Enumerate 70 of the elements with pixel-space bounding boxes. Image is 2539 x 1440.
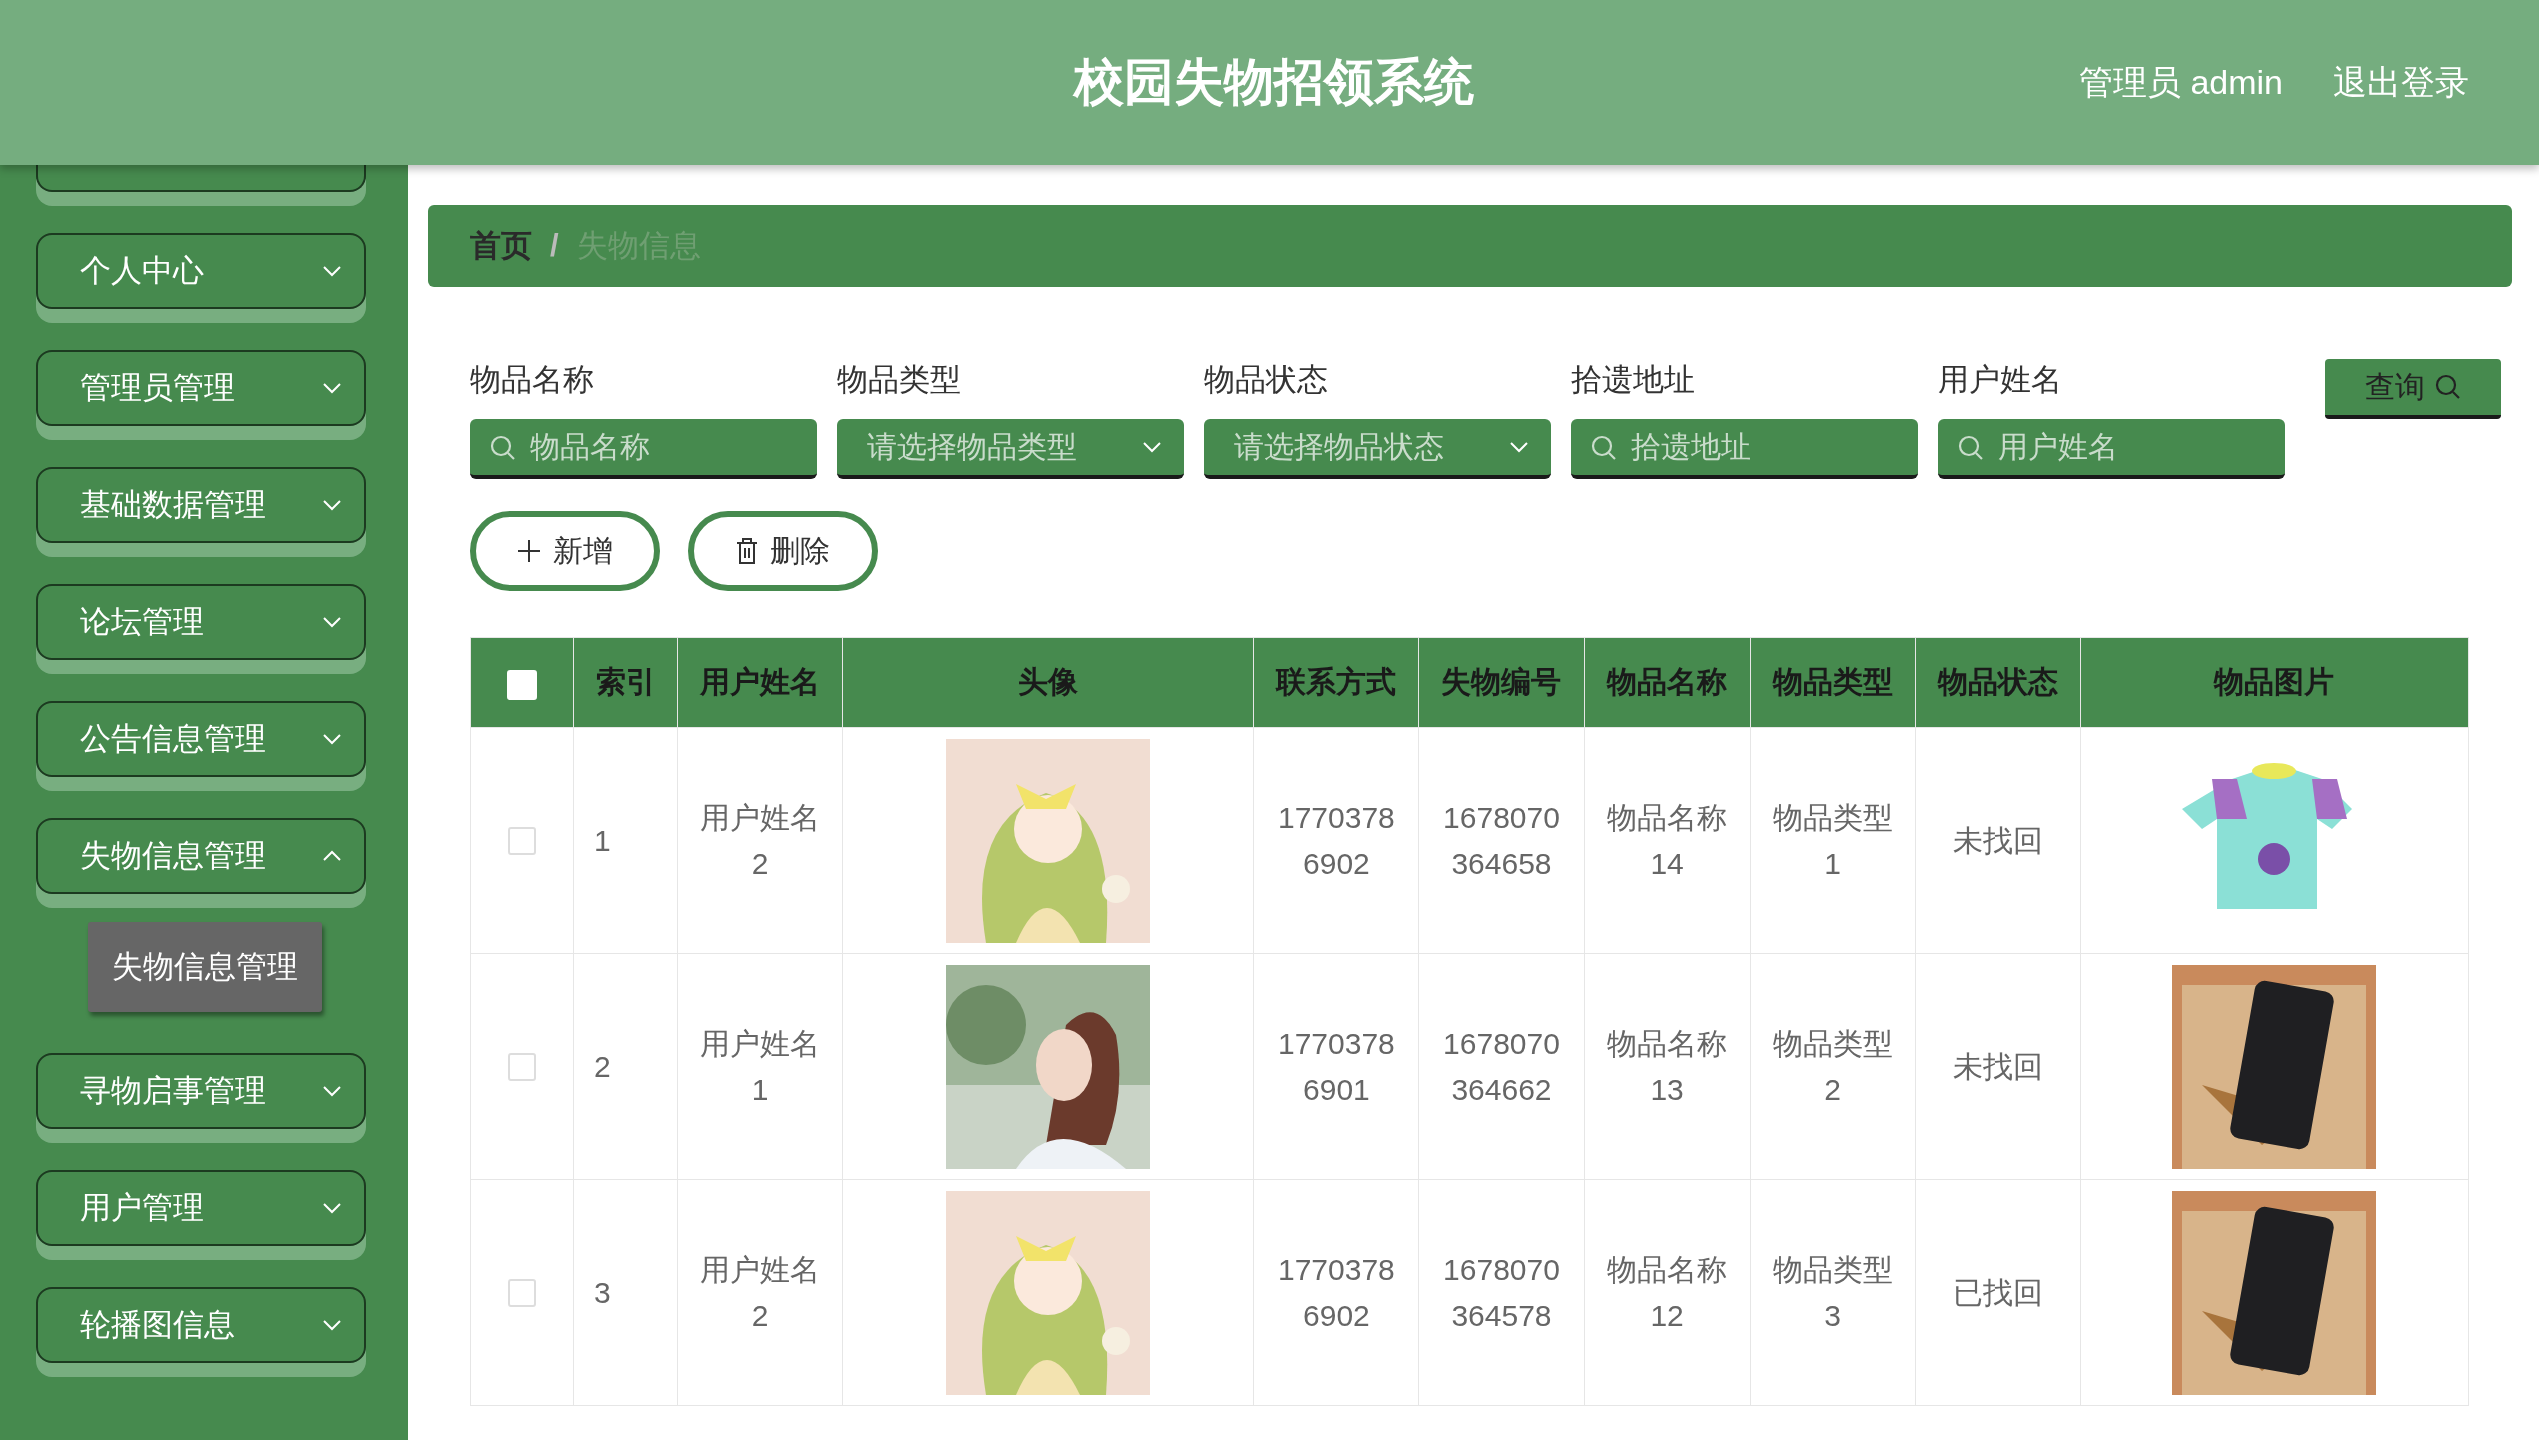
search-icon xyxy=(2435,374,2461,400)
delete-button[interactable]: 删除 xyxy=(688,511,878,591)
row-checkbox[interactable] xyxy=(508,826,536,855)
chevron-down-icon xyxy=(322,616,342,628)
table-cell-text: 物品名称13 xyxy=(1606,1025,1729,1108)
table-cell-text: 1678070364658 xyxy=(1442,799,1561,882)
column-header: 用户姓名 xyxy=(677,637,843,728)
breadcrumb-separator: / xyxy=(550,228,559,264)
table-cell-text: 1678070364662 xyxy=(1442,1025,1561,1108)
table-cell-text: 17703786902 xyxy=(1277,799,1396,882)
column-header: 物品类型 xyxy=(1750,637,1916,728)
search-icon xyxy=(1591,435,1617,461)
search-field[interactable]: 拾遗地址 xyxy=(1571,419,1918,479)
chevron-down-icon xyxy=(322,850,342,862)
search-field[interactable]: 用户姓名 xyxy=(1938,419,2285,479)
search-icon xyxy=(1958,435,1984,461)
table-cell-text: 3 xyxy=(593,1275,612,1310)
chevron-down-icon xyxy=(322,382,342,394)
chevron-down-icon xyxy=(1509,441,1529,453)
select-all-checkbox[interactable] xyxy=(507,669,537,700)
table-cell-text: 物品名称12 xyxy=(1606,1251,1729,1334)
column-header: 头像 xyxy=(842,637,1254,728)
filter-label: 物品类型 xyxy=(837,361,962,399)
column-header: 物品图片 xyxy=(2080,637,2469,728)
column-header: 联系方式 xyxy=(1253,637,1419,728)
query-button[interactable]: 查询 xyxy=(2325,359,2501,419)
row-checkbox[interactable] xyxy=(508,1052,536,1081)
chevron-down-icon xyxy=(322,1202,342,1214)
filter-label: 用户姓名 xyxy=(1938,361,2063,399)
filter-label: 物品名称 xyxy=(470,361,595,399)
filter-label: 物品状态 xyxy=(1204,361,1329,399)
app-title: 校园失物招领系统 xyxy=(1071,53,1476,112)
logout-link[interactable]: 退出登录 xyxy=(2333,59,2469,106)
table-cell-text: 2 xyxy=(593,1049,612,1084)
chevron-down-icon xyxy=(1142,441,1162,453)
table-cell-text: 未找回 xyxy=(1951,822,2044,859)
chevron-down-icon xyxy=(322,733,342,745)
table-cell-text: 用户姓名1 xyxy=(699,1025,822,1108)
user-label: 管理员 admin xyxy=(2078,61,2283,103)
table-cell-text: 1678070364578 xyxy=(1442,1251,1561,1334)
table-cell-text: 用户姓名2 xyxy=(699,1251,822,1334)
breadcrumb-item[interactable]: 首页 xyxy=(470,225,532,267)
row-checkbox[interactable] xyxy=(508,1278,536,1307)
column-header: 物品状态 xyxy=(1915,637,2081,728)
table-cell-text: 物品名称14 xyxy=(1606,799,1729,882)
table-cell-text: 17703786902 xyxy=(1277,1251,1396,1334)
filter-label: 拾遗地址 xyxy=(1571,361,1696,399)
table-cell-text: 物品类型3 xyxy=(1771,1251,1894,1334)
table-cell-text: 1 xyxy=(593,823,612,858)
search-icon xyxy=(490,435,516,461)
column-header: 失物编号 xyxy=(1418,637,1585,728)
select-field[interactable]: 请选择物品状态 xyxy=(1204,419,1551,479)
table-cell-text: 用户姓名2 xyxy=(699,799,822,882)
chevron-down-icon xyxy=(322,265,342,277)
table-cell-text: 物品类型2 xyxy=(1771,1025,1894,1108)
chevron-down-icon xyxy=(322,1319,342,1331)
table-cell-text: 物品类型1 xyxy=(1771,799,1894,882)
search-field[interactable]: 物品名称 xyxy=(470,419,817,479)
submenu-item[interactable]: 失物信息管理 xyxy=(88,922,322,1012)
column-header: 物品名称 xyxy=(1584,637,1751,728)
table-cell-text: 17703786901 xyxy=(1277,1025,1396,1108)
add-button[interactable]: 新增 xyxy=(470,511,660,591)
table-cell-text: 已找回 xyxy=(1951,1274,2044,1311)
column-header: 索引 xyxy=(573,637,678,728)
chevron-down-icon xyxy=(322,499,342,511)
table-cell-text: 未找回 xyxy=(1951,1048,2044,1085)
select-field[interactable]: 请选择物品类型 xyxy=(837,419,1184,479)
trash-icon xyxy=(736,538,758,564)
chevron-down-icon xyxy=(322,1085,342,1097)
plus-icon xyxy=(517,539,541,563)
